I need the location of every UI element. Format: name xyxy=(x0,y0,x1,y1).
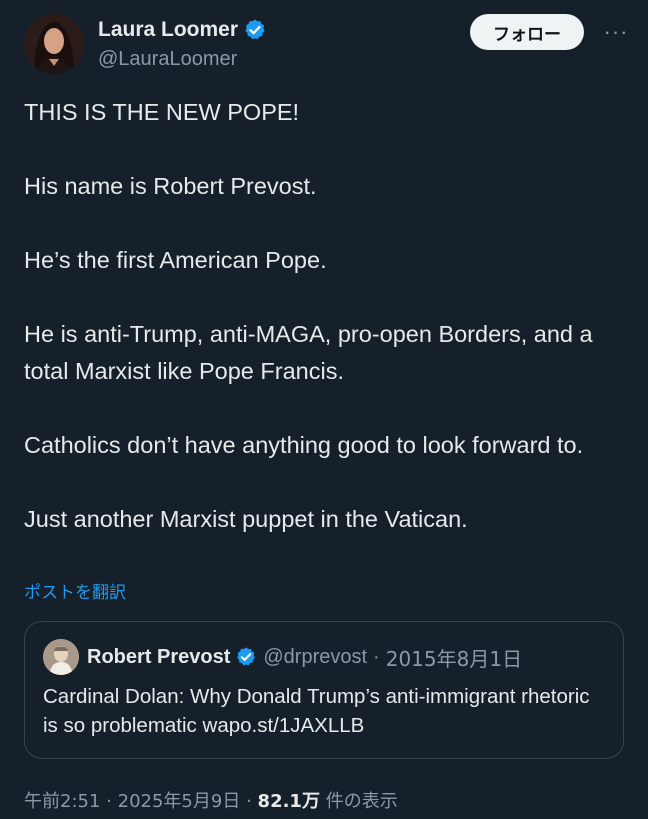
post-paragraph: Catholics don’t have anything good to lo… xyxy=(24,432,584,458)
more-options-icon[interactable]: ··· xyxy=(602,18,630,46)
post-time[interactable]: 午前2:51 xyxy=(24,791,100,812)
post-paragraph: He’s the first American Pope. xyxy=(24,247,327,273)
post-paragraph: THIS IS THE NEW POPE! xyxy=(24,99,300,125)
author-avatar[interactable] xyxy=(24,14,84,74)
quoted-post-card[interactable]: Robert Prevost @drprevost · 2015年8月1日 Ca… xyxy=(24,621,624,759)
post-paragraph: His name is Robert Prevost. xyxy=(24,173,317,199)
quoted-separator: · xyxy=(373,645,380,668)
meta-separator: · xyxy=(246,791,252,812)
post-text: THIS IS THE NEW POPE! His name is Robert… xyxy=(24,94,624,538)
author-display-name[interactable]: Laura Loomer xyxy=(98,18,238,42)
quoted-verified-badge-icon xyxy=(235,646,257,668)
quoted-author-handle[interactable]: @drprevost xyxy=(263,646,367,669)
quoted-post-date[interactable]: 2015年8月1日 xyxy=(386,643,522,672)
author-name-block: Laura Loomer @LauraLoomer xyxy=(98,16,267,71)
display-name-row: Laura Loomer xyxy=(98,16,267,44)
views-label: 件の表示 xyxy=(325,791,398,812)
post-meta: 午前2:51 · 2025年5月9日 · 82.1万 件の表示 xyxy=(24,787,398,813)
quoted-author-avatar[interactable] xyxy=(43,639,79,675)
quoted-post-link[interactable]: wapo.st/1JAXLLB xyxy=(203,714,365,737)
verified-badge-icon xyxy=(243,18,267,42)
meta-separator: · xyxy=(106,791,112,812)
views-count[interactable]: 82.1万 xyxy=(258,791,320,812)
post-header: Laura Loomer @LauraLoomer フォロー ··· xyxy=(24,14,630,78)
follow-button[interactable]: フォロー xyxy=(470,14,584,50)
quoted-author-name[interactable]: Robert Prevost xyxy=(87,646,230,669)
post-paragraph: Just another Marxist puppet in the Vatic… xyxy=(24,506,468,532)
translate-post-link[interactable]: ポストを翻訳 xyxy=(24,578,126,603)
post-paragraph: He is anti-Trump, anti-MAGA, pro-open Bo… xyxy=(24,321,593,384)
author-handle[interactable]: @LauraLoomer xyxy=(98,48,267,71)
post-page: Laura Loomer @LauraLoomer フォロー ··· THIS … xyxy=(0,0,648,819)
quoted-post-text: Cardinal Dolan: Why Donald Trump’s anti-… xyxy=(43,682,603,740)
quoted-post-header: Robert Prevost @drprevost · 2015年8月1日 xyxy=(43,639,522,675)
post-date[interactable]: 2025年5月9日 xyxy=(118,791,241,812)
